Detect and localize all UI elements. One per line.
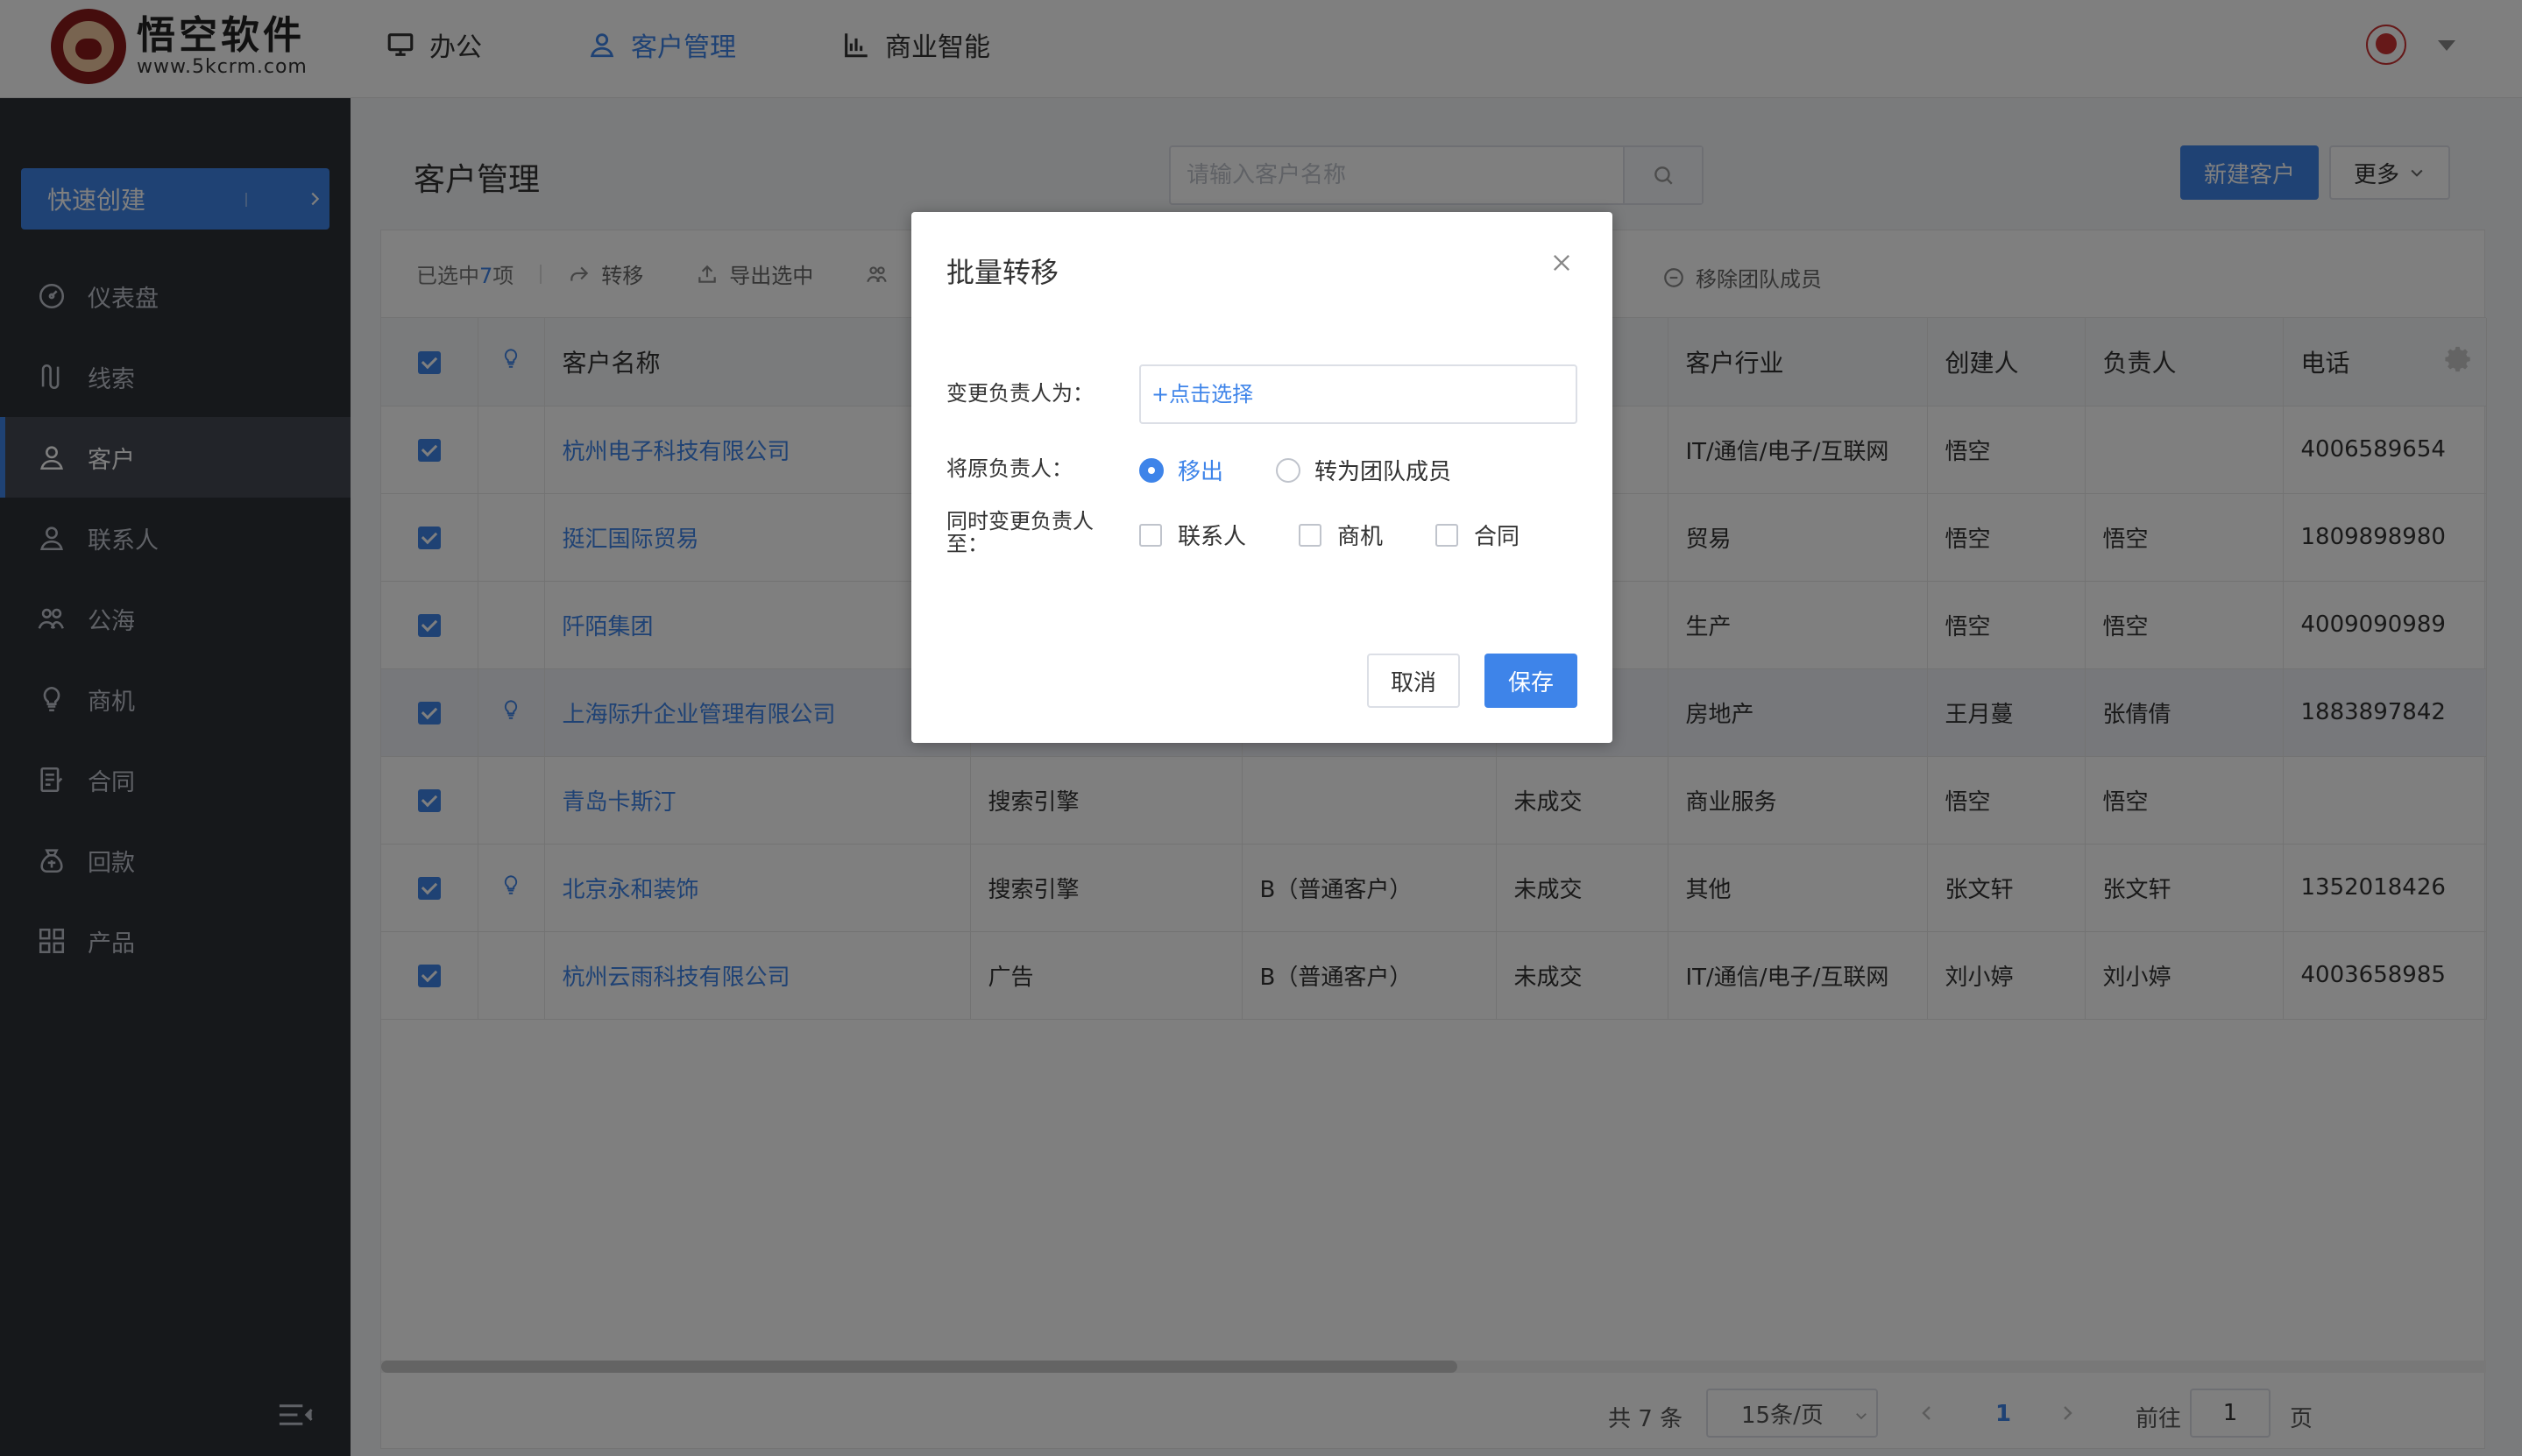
checkbox-opportunity[interactable]: 商机	[1299, 519, 1383, 551]
batch-transfer-dialog: 批量转移 变更负责人为： 将原负责人： 移出 转为团队成员 同时变更负责人至： …	[911, 212, 1612, 743]
save-button[interactable]: 保存	[1484, 654, 1577, 708]
radio-dot	[1276, 457, 1300, 483]
owner-select-input[interactable]	[1139, 364, 1577, 424]
radio-remove[interactable]: 移出	[1139, 454, 1223, 486]
owner-label: 变更负责人为：	[946, 381, 1094, 406]
original-owner-label: 将原负责人：	[946, 456, 1073, 481]
dialog-title: 批量转移	[946, 256, 1059, 289]
cancel-button[interactable]: 取消	[1367, 654, 1460, 708]
radio-dot	[1139, 457, 1164, 483]
radio-to-team-member[interactable]: 转为团队成员	[1276, 454, 1451, 486]
also-change-label: 同时变更负责人至：	[946, 509, 1094, 556]
checkbox-contract[interactable]: 合同	[1435, 519, 1520, 551]
close-icon[interactable]	[1549, 251, 1574, 275]
checkbox-contacts[interactable]: 联系人	[1139, 519, 1246, 551]
checkbox-box	[1299, 523, 1321, 547]
checkbox-box	[1435, 523, 1458, 547]
checkbox-box	[1139, 523, 1162, 547]
